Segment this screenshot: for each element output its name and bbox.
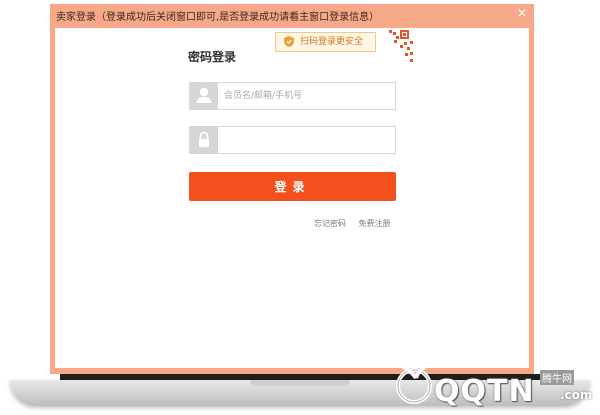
register-link[interactable]: 免费注册 [359,219,391,228]
user-icon [190,83,218,109]
site-watermark: QQTN 腾牛网 .com [390,358,598,414]
username-input[interactable] [220,83,400,109]
watermark-cn-text: 腾牛网 [540,370,574,385]
qr-login-tip[interactable]: 扫码登录更安全 [275,32,377,52]
laptop-notch [250,380,350,386]
qr-code-icon[interactable] [380,28,414,68]
password-input[interactable] [220,127,400,153]
window-content: 扫码登录更安全 密码登录 会员名/邮箱/手机号 登录 忘记密码 免费注册 [55,28,529,368]
window-title: 卖家登录（登录成功后关闭窗口即可,是否登录成功请看主窗口登录信息） [56,12,380,23]
watermark-domain: .com [560,388,593,402]
username-field[interactable] [189,82,400,110]
login-window: 卖家登录（登录成功后关闭窗口即可,是否登录成功请看主窗口登录信息） × 扫码登录… [50,4,534,374]
qr-tip-text: 扫码登录更安全 [300,37,364,47]
watermark-brand: QQTN [434,374,535,409]
shield-icon [284,36,294,47]
login-links: 忘记密码 免费注册 [314,218,401,229]
forgot-password-link[interactable]: 忘记密码 [314,219,346,228]
qqtn-logo-icon [396,364,432,404]
password-field[interactable] [189,126,400,154]
close-icon[interactable]: × [514,6,530,22]
login-title: 密码登录 [188,50,237,64]
login-button[interactable]: 登录 [189,172,396,201]
lock-icon [190,127,218,153]
window-titlebar: 卖家登录（登录成功后关闭窗口即可,是否登录成功请看主窗口登录信息） × [50,4,534,26]
